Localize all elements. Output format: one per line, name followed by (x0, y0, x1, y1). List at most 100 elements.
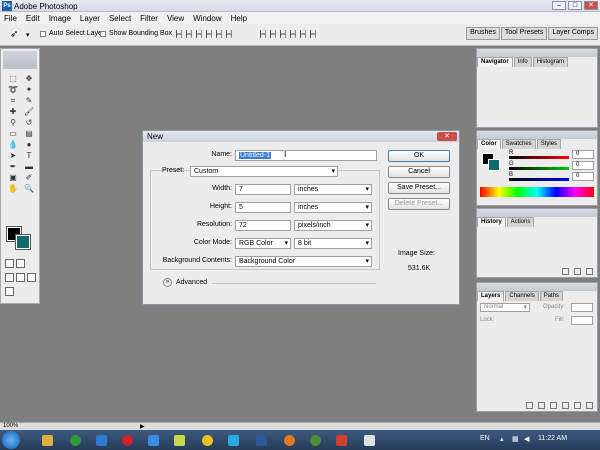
lasso-tool-icon[interactable]: ➰ (7, 85, 19, 94)
tab-layers[interactable]: Layers (477, 291, 505, 301)
align-top-icon[interactable] (176, 30, 182, 38)
advanced-toggle-icon[interactable]: » (163, 278, 172, 287)
opera-icon[interactable] (122, 435, 133, 446)
menu-help[interactable]: Help (231, 14, 247, 23)
save-preset-button[interactable]: Save Preset... (388, 182, 450, 194)
network-icon[interactable]: ▦ (512, 435, 519, 443)
firefox-icon[interactable] (284, 435, 295, 446)
resolution-input[interactable]: 72 (235, 220, 291, 231)
palette-well-layer-comps[interactable]: Layer Comps (548, 27, 598, 40)
app-icon[interactable] (96, 435, 107, 446)
g-value-input[interactable]: 0 (572, 161, 594, 170)
b-slider[interactable] (509, 178, 569, 181)
quick-mask-icon[interactable] (16, 259, 25, 268)
tab-paths[interactable]: Paths (539, 291, 564, 301)
opacity-input[interactable] (571, 303, 593, 312)
align-left-icon[interactable] (206, 30, 212, 38)
blend-mode-select[interactable]: Normal (480, 303, 530, 312)
tab-histogram[interactable]: Histogram (532, 57, 569, 67)
photoshop-taskbar-icon[interactable] (174, 435, 185, 446)
distribute-right-icon[interactable] (310, 30, 316, 38)
full-screen-icon[interactable] (27, 273, 36, 282)
tab-channels[interactable]: Channels (505, 291, 539, 301)
align-hcenter-icon[interactable] (216, 30, 222, 38)
distribute-top-icon[interactable] (260, 30, 266, 38)
path-selection-tool-icon[interactable]: ➤ (7, 151, 19, 160)
distribute-bottom-icon[interactable] (280, 30, 286, 38)
r-slider[interactable] (509, 156, 569, 159)
tab-info[interactable]: Info (513, 57, 532, 67)
align-right-icon[interactable] (226, 30, 232, 38)
language-indicator[interactable]: EN (480, 435, 490, 442)
app3-icon[interactable] (336, 435, 347, 446)
ie-icon[interactable] (148, 435, 159, 446)
skype-icon[interactable] (228, 435, 239, 446)
status-arrow-icon[interactable]: ▶ (140, 423, 145, 430)
clone-stamp-tool-icon[interactable]: ⚲ (7, 118, 19, 127)
folder-icon[interactable] (42, 435, 53, 446)
jump-to-imageready-icon[interactable] (5, 287, 14, 296)
tab-styles[interactable]: Styles (536, 139, 562, 149)
maximize-button[interactable]: □ (568, 1, 582, 10)
menu-layer[interactable]: Layer (80, 14, 100, 23)
tool-preset-dropdown-icon[interactable]: ▾ (26, 31, 30, 39)
move-tool-icon[interactable]: ➶ (10, 29, 18, 40)
width-input[interactable]: 7 (235, 184, 291, 195)
g-slider[interactable] (509, 167, 569, 170)
layer-mask-icon[interactable] (550, 402, 557, 409)
delete-layer-icon[interactable] (586, 402, 593, 409)
b-value-input[interactable]: 0 (572, 172, 594, 181)
magic-wand-tool-icon[interactable]: ✦ (23, 85, 35, 94)
bit-depth-select[interactable]: 8 bit (294, 238, 372, 249)
color-spectrum-bar[interactable] (480, 187, 594, 197)
r-value-input[interactable]: 0 (572, 150, 594, 159)
menu-edit[interactable]: Edit (26, 14, 40, 23)
delete-state-icon[interactable] (586, 268, 593, 275)
tray-chevron-icon[interactable]: ▴ (500, 435, 504, 443)
eyedropper-tool-icon[interactable]: ✐ (23, 173, 35, 182)
delete-preset-button[interactable]: Delete Preset... (388, 198, 450, 210)
media-player-icon[interactable] (70, 435, 81, 446)
menu-view[interactable]: View (167, 14, 184, 23)
tab-history[interactable]: History (477, 217, 506, 227)
ok-button[interactable]: OK (388, 150, 450, 162)
dialog-close-button[interactable]: ✕ (437, 132, 457, 141)
menu-window[interactable]: Window (193, 14, 221, 23)
gradient-tool-icon[interactable]: ▤ (23, 129, 35, 138)
start-button[interactable] (2, 431, 20, 449)
align-vcenter-icon[interactable] (186, 30, 192, 38)
tab-color[interactable]: Color (477, 139, 501, 149)
distribute-hcenter-icon[interactable] (300, 30, 306, 38)
minimize-button[interactable]: – (552, 1, 566, 10)
palette-well-brushes[interactable]: Brushes (466, 27, 500, 40)
type-tool-icon[interactable]: T (23, 151, 35, 160)
menu-file[interactable]: File (4, 14, 17, 23)
tab-actions[interactable]: Actions (506, 217, 535, 227)
app2-icon[interactable] (256, 435, 267, 446)
preset-select[interactable]: Custom (190, 166, 338, 177)
align-bottom-icon[interactable] (196, 30, 202, 38)
blur-tool-icon[interactable]: 💧 (7, 140, 19, 149)
link-layers-icon[interactable] (526, 402, 533, 409)
move-tool-icon[interactable]: ✥ (23, 74, 35, 83)
fill-input[interactable] (571, 316, 593, 325)
menu-image[interactable]: Image (49, 14, 71, 23)
hand-tool-icon[interactable]: ✋ (7, 184, 19, 193)
notes-tool-icon[interactable]: ▣ (7, 173, 19, 182)
brush-tool-icon[interactable]: 🖌 (23, 107, 35, 116)
advanced-label[interactable]: Advanced (176, 279, 207, 286)
menu-filter[interactable]: Filter (140, 14, 158, 23)
history-brush-tool-icon[interactable]: ↺ (23, 118, 35, 127)
new-document-from-state-icon[interactable] (562, 268, 569, 275)
distribute-left-icon[interactable] (290, 30, 296, 38)
new-group-icon[interactable] (562, 402, 569, 409)
full-screen-menu-icon[interactable] (16, 273, 25, 282)
chrome-icon[interactable] (310, 435, 321, 446)
marquee-tool-icon[interactable]: ⬚ (7, 74, 19, 83)
name-input[interactable]: Untitled-1 (235, 150, 377, 161)
tab-swatches[interactable]: Swatches (501, 139, 536, 149)
color-panel-bg-swatch[interactable] (488, 159, 500, 171)
palette-well-tool-presets[interactable]: Tool Presets (500, 27, 548, 40)
eraser-tool-icon[interactable]: ▭ (7, 129, 19, 138)
tab-navigator[interactable]: Navigator (477, 57, 513, 67)
